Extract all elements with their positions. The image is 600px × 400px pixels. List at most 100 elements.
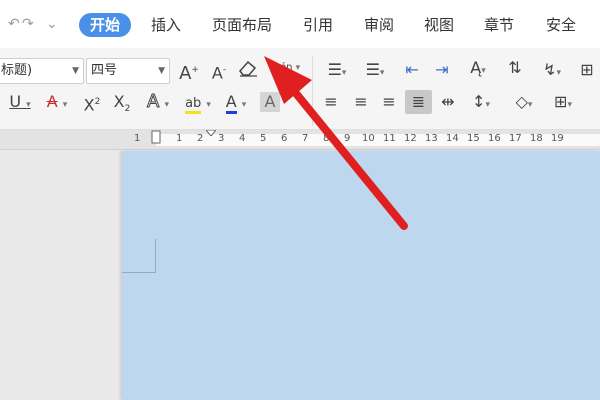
ruler-number: 2: [197, 133, 204, 144]
ruler-number: 7: [302, 133, 309, 144]
line-spacing-icon: ↕: [472, 92, 486, 111]
align-center-icon: ≡: [354, 92, 368, 111]
align-right-icon: ≡: [382, 92, 396, 111]
text-effect-icon: A: [147, 91, 160, 112]
chevron-down-icon: ▾: [62, 100, 68, 110]
bullet-list-button[interactable]: ☰▾: [320, 60, 354, 83]
superscript-icon: X: [83, 95, 95, 115]
font-color-button[interactable]: A ▾: [220, 92, 252, 115]
document-page[interactable]: [122, 151, 600, 400]
font-color-icon: A: [225, 92, 237, 114]
tab-insert[interactable]: 插入: [143, 13, 189, 37]
tab-page-layout[interactable]: 页面布局: [206, 13, 278, 37]
show-marks-button[interactable]: ↯▾: [536, 60, 568, 83]
tab-section[interactable]: 章节: [477, 13, 521, 37]
table-border-button[interactable]: ⊞: [576, 60, 598, 80]
chevron-down-icon: ▼: [72, 66, 79, 76]
redo-icon[interactable]: ↷: [22, 16, 34, 32]
numbered-list-icon: ☰: [365, 60, 380, 79]
chevron-down-icon: ▾: [556, 68, 561, 78]
align-center-button[interactable]: ≡: [350, 92, 372, 112]
justify-button[interactable]: ≣: [405, 90, 432, 114]
subscript-icon: X: [113, 92, 125, 111]
ruler-number: 10: [362, 133, 375, 144]
ruler-number: 13: [425, 133, 438, 144]
ruler-number: 14: [446, 133, 459, 144]
chevron-down-icon: ▾: [485, 100, 490, 110]
table-icon: ⊞: [580, 60, 594, 79]
shading-button[interactable]: ◇▾: [506, 92, 542, 115]
tab-references[interactable]: 引用: [296, 13, 340, 37]
borders-icon: ⊞: [554, 92, 568, 111]
shrink-font-button[interactable]: A-: [208, 60, 230, 83]
ruler-number: 1: [176, 133, 183, 144]
ruler-number: 6: [281, 133, 288, 144]
chevron-down-icon: ▾: [26, 100, 31, 110]
indent-marker-icon[interactable]: [150, 130, 162, 144]
distributed-align-button[interactable]: ⇹: [436, 92, 460, 112]
grow-font-button[interactable]: A+: [178, 60, 200, 84]
ruler-number: 16: [488, 133, 501, 144]
ruler-number: 15: [467, 133, 480, 144]
change-case-button[interactable]: Ą▾: [462, 58, 494, 81]
increase-indent-button[interactable]: ⇥: [430, 60, 454, 80]
highlight-button[interactable]: ab ▾: [182, 92, 214, 115]
line-spacing-button[interactable]: ↕▾: [464, 92, 498, 115]
eraser-icon: [239, 60, 257, 77]
chevron-down-icon: ▾: [341, 68, 347, 78]
chevron-down-icon: ▾: [241, 100, 247, 110]
chevron-down-icon: ▾: [379, 68, 385, 78]
strikethrough-icon: A: [46, 92, 58, 111]
tab-security[interactable]: 安全: [539, 13, 583, 37]
distributed-align-icon: ⇹: [441, 92, 455, 111]
shrink-font-icon: A: [211, 63, 223, 83]
char-shading-icon: A: [264, 92, 276, 111]
sort-button[interactable]: ⇅: [504, 58, 526, 78]
font-name-combo[interactable]: 标题) ▼: [0, 58, 84, 84]
chevron-down-icon: ▾: [567, 100, 572, 110]
undo-icon[interactable]: ↶: [8, 16, 20, 32]
superscript-button[interactable]: X2: [80, 92, 104, 115]
increase-indent-icon: ⇥: [435, 60, 449, 79]
text-effect-button[interactable]: A ▾: [142, 91, 174, 115]
strikethrough-button[interactable]: A ▾: [40, 92, 74, 115]
subscript-button[interactable]: X2: [110, 92, 134, 119]
ruler-number: 19: [551, 133, 564, 144]
ruler-number: 4: [239, 133, 246, 144]
chevron-down-icon: ▾: [527, 100, 533, 110]
change-case-icon: Ą: [470, 58, 482, 77]
font-size-combo[interactable]: 四号 ▼: [86, 58, 170, 84]
pinyin-guide-button[interactable]: wén ▾: [266, 58, 306, 78]
char-shading-button[interactable]: A: [260, 92, 280, 112]
font-name-value: 标题): [1, 63, 33, 78]
numbered-list-button[interactable]: ☰▾: [358, 60, 392, 83]
decrease-indent-icon: ⇤: [405, 60, 419, 79]
sort-az-icon: ⇅: [508, 58, 522, 77]
tab-home[interactable]: 开始: [79, 13, 131, 37]
document-canvas[interactable]: [0, 151, 600, 400]
align-right-button[interactable]: ≡: [378, 92, 400, 112]
page-margin-corner-mark: [122, 239, 156, 273]
chevron-down-icon: ▾: [164, 100, 169, 110]
horizontal-ruler[interactable]: 1 1 2 3 4 5 6 7 8 9 10 11 12 13 14 15 16…: [0, 130, 600, 150]
align-left-icon: ≡: [324, 92, 338, 111]
first-line-indent-marker-icon[interactable]: [206, 130, 216, 136]
borders-button[interactable]: ⊞▾: [546, 92, 580, 115]
ruler-number: 17: [509, 133, 522, 144]
bullet-list-icon: ☰: [327, 60, 342, 79]
quick-access-dropdown-icon[interactable]: ⌄: [46, 16, 58, 32]
tab-review[interactable]: 审阅: [357, 13, 401, 37]
tab-view[interactable]: 视图: [417, 13, 461, 37]
highlight-icon: ab: [185, 96, 202, 114]
underline-button[interactable]: U ▾: [4, 92, 36, 115]
chevron-down-icon: ▾: [206, 100, 211, 110]
ruler-number: 3: [218, 133, 225, 144]
decrease-indent-button[interactable]: ⇤: [400, 60, 424, 80]
pinyin-icon: wén: [271, 62, 293, 73]
underline-icon: U: [9, 92, 22, 111]
ruler-number: 8: [323, 133, 330, 144]
paint-bucket-icon: ◇: [515, 92, 528, 111]
chevron-down-icon: ▾: [481, 66, 486, 76]
align-left-button[interactable]: ≡: [320, 92, 342, 112]
clear-format-button[interactable]: [236, 58, 260, 83]
